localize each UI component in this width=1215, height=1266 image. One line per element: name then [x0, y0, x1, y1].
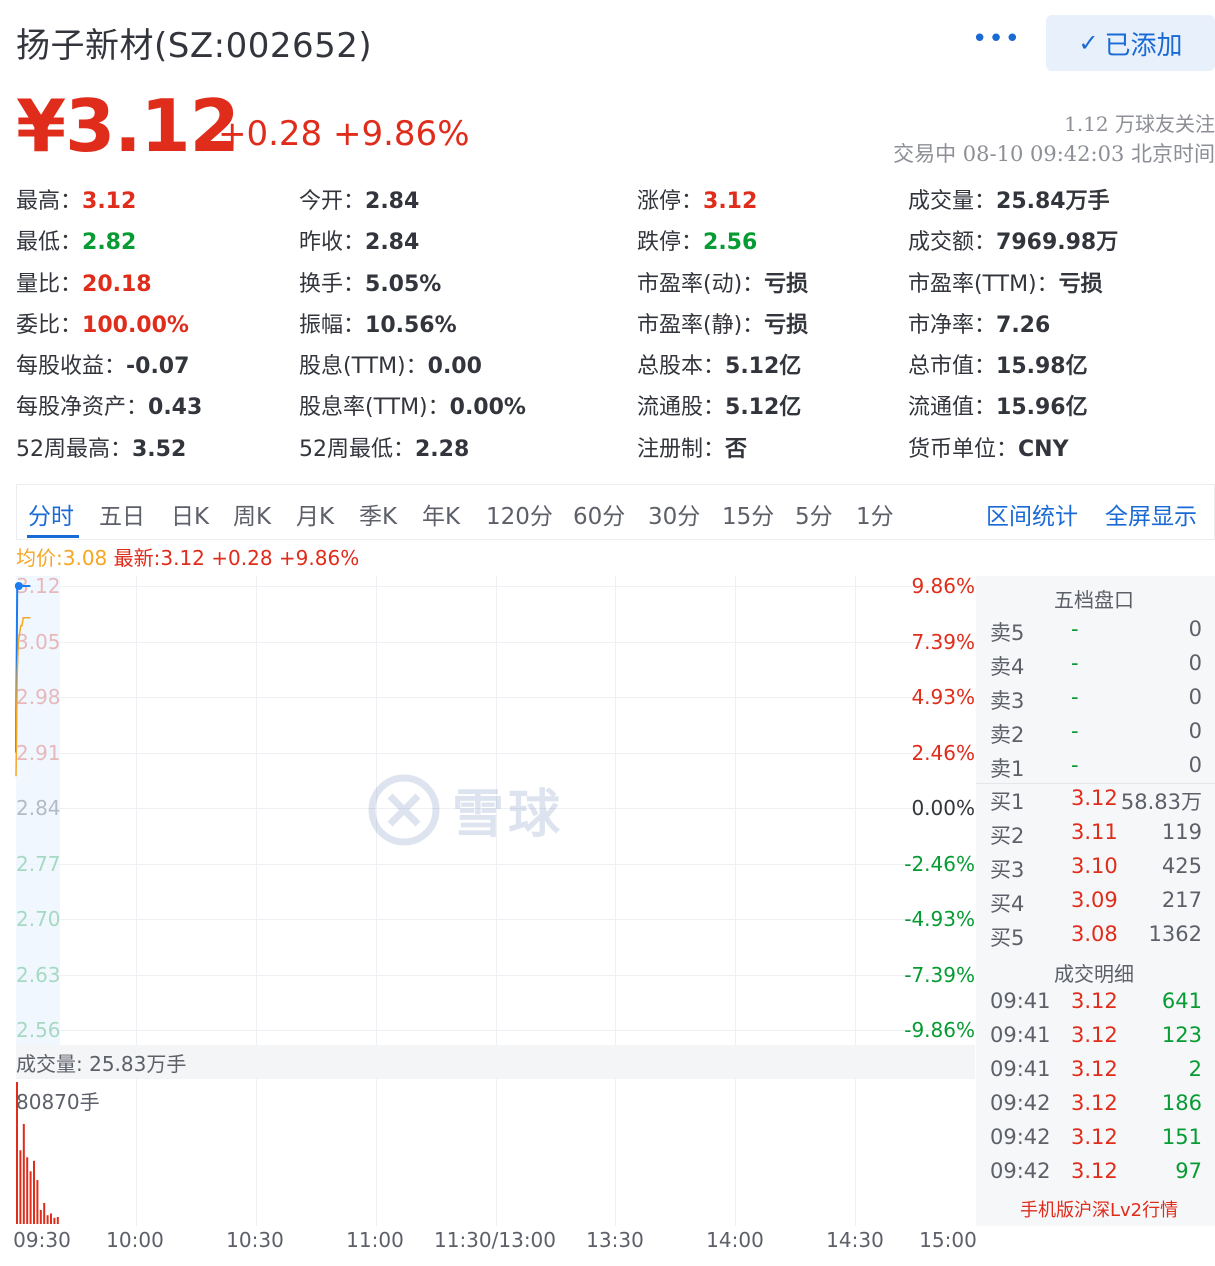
stat-value: CNY — [1018, 437, 1069, 462]
range-stats-link[interactable]: 区间统计 — [986, 497, 1078, 531]
ask-row: 卖1 - 0 — [990, 753, 1202, 783]
fullscreen-link[interactable]: 全屏显示 — [1105, 497, 1197, 531]
volume-bar — [46, 1215, 49, 1224]
bid-row: 买4 3.09 217 — [990, 888, 1202, 918]
trade-row-time: 09:41 — [990, 1057, 1051, 1081]
latest-price-dot — [14, 582, 23, 590]
followers-count[interactable]: 1.12 万球友关注 — [1064, 108, 1215, 137]
trade-row: 09:42 3.12 97 — [990, 1159, 1202, 1189]
more-icon[interactable]: ••• — [972, 26, 1021, 52]
volume-bar — [43, 1202, 46, 1224]
stat-value: 15.98亿 — [996, 354, 1088, 379]
trade-row-vol: 151 — [1161, 1125, 1202, 1149]
bid-row: 买5 3.08 1362 — [990, 922, 1202, 952]
trade-row-vol: 123 — [1161, 1023, 1202, 1047]
trade-row-vol: 97 — [1175, 1159, 1202, 1183]
volume-bar — [53, 1217, 56, 1224]
bid-row-vol: 217 — [1161, 888, 1202, 912]
volume-label: 成交量: 25.83万手 — [16, 1052, 187, 1076]
bid-row-label: 买1 — [990, 790, 1025, 814]
bid-row-price: 3.08 — [1071, 922, 1118, 946]
bid-row-vol: 425 — [1161, 854, 1202, 878]
ask-row-vol: 0 — [1188, 685, 1202, 709]
ask-row-label: 卖4 — [990, 655, 1025, 679]
volume-bar — [29, 1171, 32, 1224]
ask-row-vol: 0 — [1188, 617, 1202, 641]
trades-title: 成交明细 — [1054, 962, 1134, 986]
volume-bar — [56, 1216, 59, 1224]
trade-row: 09:42 3.12 151 — [990, 1125, 1202, 1155]
added-watchlist-button[interactable]: ✓ 已添加 — [1046, 15, 1215, 71]
stat-value: 亏损 — [1058, 272, 1103, 297]
trade-row-price: 3.12 — [1071, 1159, 1118, 1183]
trade-row-price: 3.12 — [1071, 1125, 1118, 1149]
trade-row-price: 3.12 — [1071, 989, 1118, 1013]
bid-row: 买2 3.11 119 — [990, 820, 1202, 850]
trade-row-price: 3.12 — [1071, 1091, 1118, 1115]
ask-row-label: 卖1 — [990, 757, 1025, 781]
ask-row-price: - — [1071, 719, 1079, 743]
bid-row-price: 3.11 — [1071, 820, 1118, 844]
lv2-quote-link[interactable]: 手机版沪深Lv2行情 — [1020, 1196, 1178, 1222]
bid-row-label: 买3 — [990, 858, 1025, 882]
orderbook-divider — [976, 783, 1215, 784]
ask-row: 卖2 - 0 — [990, 719, 1202, 749]
volume-bar — [36, 1180, 39, 1224]
trade-row-price: 3.12 — [1071, 1023, 1118, 1047]
ask-row-price: - — [1071, 685, 1079, 709]
bid-row-vol: 119 — [1161, 820, 1202, 844]
trade-row: 09:41 3.12 641 — [990, 989, 1202, 1019]
volume-bar — [19, 1150, 22, 1224]
bid-row-price: 3.12 — [1071, 786, 1118, 810]
volume-bar — [22, 1123, 25, 1224]
trade-row-time: 09:42 — [990, 1091, 1051, 1115]
volume-bar — [50, 1213, 52, 1224]
ask-row-vol: 0 — [1188, 719, 1202, 743]
check-icon: ✓ — [1078, 29, 1099, 57]
ask-row-vol: 0 — [1188, 651, 1202, 675]
bid-row-price: 3.09 — [1071, 888, 1118, 912]
volume-bar — [26, 1157, 29, 1224]
trade-row: 09:41 3.12 2 — [990, 1057, 1202, 1087]
trade-row-vol: 2 — [1188, 1057, 1202, 1081]
bid-row-price: 3.10 — [1071, 854, 1118, 878]
trade-row-price: 3.12 — [1071, 1057, 1118, 1081]
ask-row: 卖5 - 0 — [990, 617, 1202, 647]
ask-row: 卖3 - 0 — [990, 685, 1202, 715]
bid-row: 买3 3.10 425 — [990, 854, 1202, 884]
volume-max-label: 80870手 — [16, 1090, 100, 1114]
stat-value: 7.26 — [996, 313, 1051, 338]
bid-row-label: 买5 — [990, 926, 1025, 950]
ask-row: 卖4 - 0 — [990, 651, 1202, 681]
ask-row-vol: 0 — [1188, 753, 1202, 777]
ask-row-label: 卖2 — [990, 723, 1025, 747]
trade-row-time: 09:41 — [990, 1023, 1051, 1047]
ask-row-label: 卖5 — [990, 621, 1025, 645]
trade-row-vol: 186 — [1161, 1091, 1202, 1115]
volume-bar — [33, 1160, 35, 1224]
ask-row-label: 卖3 — [990, 689, 1025, 713]
stat-value: 25.84万手 — [996, 189, 1110, 214]
ask-row-price: - — [1071, 753, 1079, 777]
bid-row-label: 买4 — [990, 892, 1025, 916]
bid-row: 买1 3.12 58.83万 — [990, 786, 1202, 816]
trade-row-time: 09:42 — [990, 1125, 1051, 1149]
added-label: 已添加 — [1104, 30, 1183, 61]
volume-bar — [39, 1209, 42, 1224]
trade-row-time: 09:42 — [990, 1159, 1051, 1183]
bid-row-label: 买2 — [990, 824, 1025, 848]
ask-row-price: - — [1071, 651, 1079, 675]
bid-row-vol: 58.83万 — [1120, 790, 1202, 814]
stat-value: 7969.98万 — [996, 230, 1119, 255]
trade-row-time: 09:41 — [990, 989, 1051, 1013]
ask-row-price: - — [1071, 617, 1079, 641]
trade-row-vol: 641 — [1161, 989, 1202, 1013]
orderbook-title: 五档盘口 — [1054, 588, 1134, 612]
avg-price-line — [15, 616, 31, 777]
price-line — [15, 585, 31, 753]
stat-value: 15.96亿 — [996, 395, 1088, 420]
trade-row: 09:41 3.12 123 — [990, 1023, 1202, 1053]
trade-row: 09:42 3.12 186 — [990, 1091, 1202, 1121]
bid-row-vol: 1362 — [1148, 922, 1202, 946]
